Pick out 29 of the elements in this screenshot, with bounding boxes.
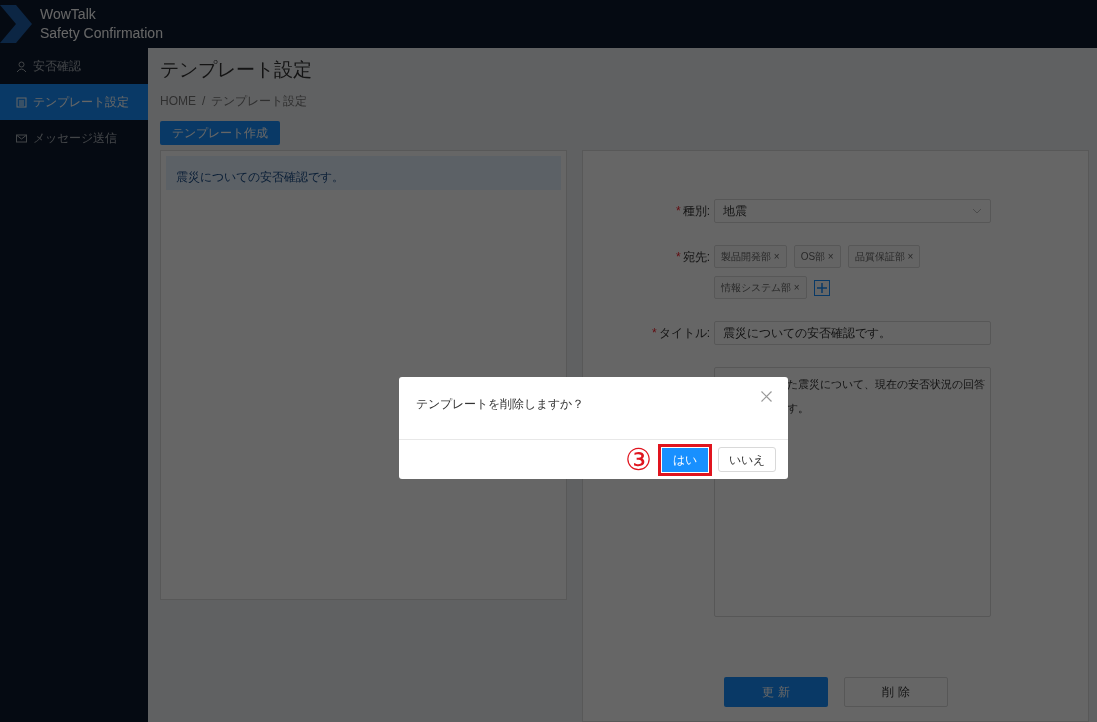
chevron-down-icon (972, 208, 982, 214)
add-button[interactable] (813, 279, 830, 296)
update-button[interactable]: 更 新 (724, 677, 828, 707)
title-input[interactable]: 震災についての安否確認です。 (714, 321, 991, 345)
brand-name: WowTalk (40, 5, 97, 24)
plus-icon (816, 282, 827, 293)
no-button[interactable]: いいえ (718, 447, 776, 472)
table-icon (16, 96, 27, 108)
type-select[interactable]: 地震 (714, 199, 991, 223)
required-mark: * (676, 250, 681, 264)
person-icon (16, 60, 27, 72)
app-subtitle: Safety Confirmation (40, 24, 163, 43)
dialog-message: テンプレートを削除しますか？ (415, 396, 585, 413)
page-title: テンプレート設定 (160, 58, 313, 82)
delete-button[interactable]: 削 除 (844, 677, 948, 707)
breadcrumb-separator: / (202, 93, 206, 110)
create-template-button[interactable]: テンプレート作成 (160, 121, 280, 145)
required-mark: * (676, 204, 681, 218)
template-list-item[interactable]: 震災についての安否確認です。 (166, 156, 561, 190)
field-label: * タイトル: (651, 325, 711, 342)
sidebar-item[interactable]: テンプレート設定 (0, 84, 148, 120)
step-marker: ③ (625, 444, 652, 475)
logo-icon (0, 5, 32, 43)
mail-icon (16, 132, 27, 144)
field-label: * 種別: (675, 203, 711, 220)
required-mark: * (652, 326, 657, 340)
field-label: * 宛先: (675, 249, 711, 266)
yes-button[interactable]: はい (658, 443, 712, 476)
close-icon (761, 391, 772, 402)
